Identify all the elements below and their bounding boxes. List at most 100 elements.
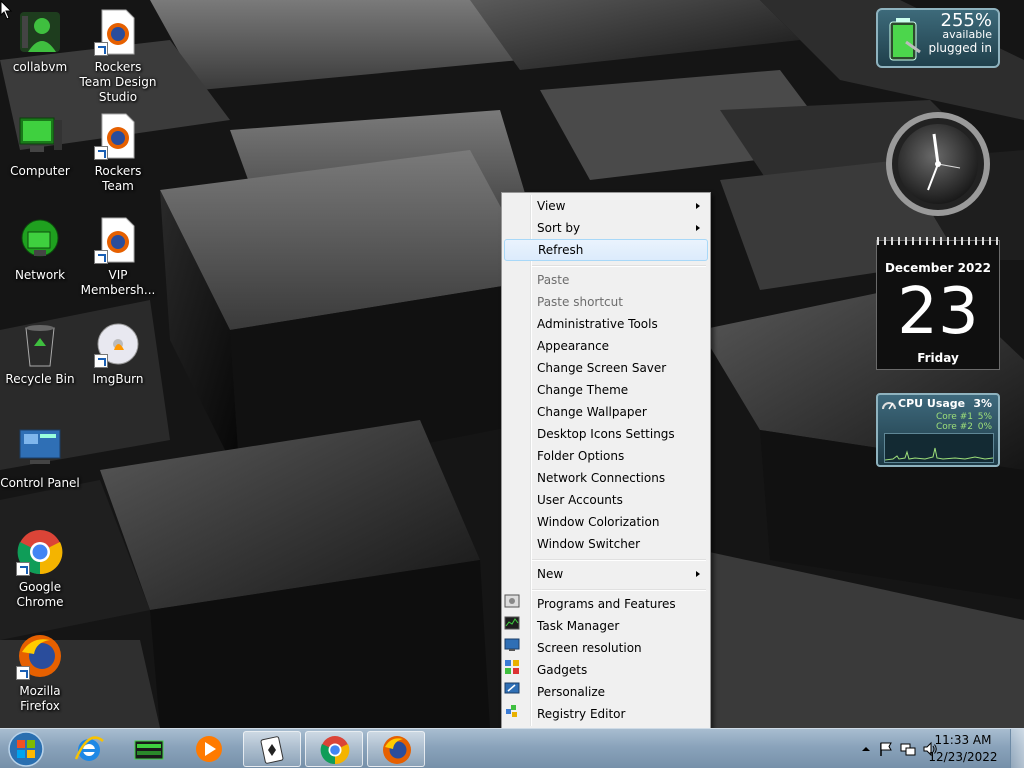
solitaire-icon — [260, 736, 284, 764]
menu-item-label: New — [537, 567, 564, 581]
show-desktop-button[interactable] — [1010, 729, 1024, 768]
menu-item-label: Task Manager — [537, 619, 620, 633]
menu-item-appearance[interactable]: Appearance — [504, 335, 708, 357]
desktop-context-menu: View Sort by Refresh Paste Paste shortcu… — [501, 192, 711, 728]
desktop-wallpaper[interactable]: collabvm Rockers Team Design Studio Comp… — [0, 0, 1024, 728]
menu-item-network-connections[interactable]: Network Connections — [504, 467, 708, 489]
shortcut-arrow-icon — [16, 562, 30, 576]
submenu-arrow-icon — [696, 203, 700, 209]
shortcut-arrow-icon — [94, 354, 108, 368]
taskbar-windows-explorer-button[interactable] — [120, 731, 178, 767]
desktop-icon-computer[interactable]: Computer — [0, 112, 80, 179]
battery-status-available: available — [942, 28, 992, 41]
submenu-arrow-icon — [696, 571, 700, 577]
menu-item-folder-options[interactable]: Folder Options — [504, 445, 708, 467]
menu-item-personalize[interactable]: Personalize — [504, 681, 708, 703]
submenu-arrow-icon — [696, 225, 700, 231]
menu-item-user-accounts[interactable]: User Accounts — [504, 489, 708, 511]
calendar-weekday: Friday — [917, 351, 959, 365]
desktop-icon-label: VIP Membersh... — [80, 268, 156, 297]
registry-editor-icon — [506, 705, 517, 717]
menu-item-change-theme[interactable]: Change Theme — [504, 379, 708, 401]
taskbar-media-player-button[interactable] — [180, 731, 238, 767]
cpu-core1-label: Core #1 — [936, 412, 973, 422]
taskbar-clock-date[interactable]: 12/23/2022 — [928, 750, 998, 764]
desktop-icon-network[interactable]: Network — [0, 216, 80, 283]
media-player-icon — [196, 736, 222, 762]
menu-separator — [532, 589, 706, 591]
taskbar-internet-explorer-button[interactable] — [60, 731, 118, 767]
desktop-icon-google-chrome[interactable]: Google Chrome — [0, 528, 80, 610]
task-manager-icon — [504, 616, 520, 630]
network-tray-icon[interactable] — [900, 741, 916, 757]
calendar-rings — [877, 237, 1001, 245]
recycle-bin-icon — [16, 320, 64, 368]
menu-item-window-switcher[interactable]: Window Switcher — [504, 533, 708, 555]
desktop-icon-recycle-bin[interactable]: Recycle Bin — [0, 320, 80, 387]
cpu-usage-total: 3% — [973, 397, 992, 410]
action-center-flag-icon[interactable] — [878, 741, 894, 757]
cpu-usage-gadget[interactable]: CPU Usage 3% Core #1 5% Core #2 0% — [876, 393, 1000, 467]
menu-item-gadgets[interactable]: Gadgets — [504, 659, 708, 681]
taskbar-solitaire-button[interactable] — [243, 731, 301, 767]
ie-icon — [74, 736, 104, 761]
gadgets-icon — [505, 660, 519, 674]
desktop-icon-label: Computer — [10, 164, 70, 178]
menu-item-label: Paste — [537, 273, 570, 287]
computer-icon — [16, 112, 64, 160]
menu-separator — [532, 265, 706, 267]
menu-item-window-colorization[interactable]: Window Colorization — [504, 511, 708, 533]
menu-item-new[interactable]: New — [504, 563, 708, 585]
taskbar-firefox-button[interactable] — [367, 731, 425, 767]
mouse-cursor-icon — [0, 0, 13, 20]
menu-item-programs-and-features[interactable]: Programs and Features — [504, 593, 708, 615]
shortcut-arrow-icon — [94, 250, 108, 264]
menu-item-change-wallpaper[interactable]: Change Wallpaper — [504, 401, 708, 423]
desktop-icon-control-panel[interactable]: Control Panel — [0, 424, 80, 491]
firefox-document-icon — [94, 8, 142, 56]
menu-item-desktop-icons-settings[interactable]: Desktop Icons Settings — [504, 423, 708, 445]
taskbar-clock-time[interactable]: 11:33 AM — [928, 733, 998, 747]
notification-area: 11:33 AM 12/23/2022 — [834, 729, 1024, 768]
windows-logo-icon — [8, 731, 44, 767]
calendar-day: 23 — [897, 275, 979, 349]
battery-status-plugged: plugged in — [928, 41, 992, 55]
chrome-icon — [320, 736, 350, 765]
start-button[interactable] — [4, 730, 48, 768]
menu-item-label: Change Wallpaper — [537, 405, 647, 419]
calendar-gadget[interactable]: December 2022 23 Friday — [876, 237, 1001, 370]
menu-item-refresh[interactable]: Refresh — [504, 239, 708, 261]
menu-item-sort-by[interactable]: Sort by — [504, 217, 708, 239]
menu-item-change-screen-saver[interactable]: Change Screen Saver — [504, 357, 708, 379]
menu-item-administrative-tools[interactable]: Administrative Tools — [504, 313, 708, 335]
taskbar-google-chrome-button[interactable] — [305, 731, 363, 767]
desktop-icon-label: Mozilla Firefox — [19, 684, 61, 713]
desktop-icon-rockers-team-design-studio[interactable]: Rockers Team Design Studio — [78, 8, 158, 105]
menu-item-label: Sort by — [537, 221, 581, 235]
firefox-icon — [383, 736, 411, 764]
menu-item-registry-editor[interactable]: Registry Editor — [504, 703, 708, 725]
desktop-icon-mozilla-firefox[interactable]: Mozilla Firefox — [0, 632, 80, 714]
desktop-icon-vip-membership[interactable]: VIP Membersh... — [78, 216, 158, 298]
desktop-icon-imgburn[interactable]: ImgBurn — [78, 320, 158, 387]
menu-item-label: Personalize — [537, 685, 606, 699]
menu-item-label: Refresh — [538, 243, 584, 257]
menu-item-label: Network Connections — [537, 471, 666, 485]
battery-gadget[interactable]: 255% available plugged in — [876, 8, 1000, 68]
clock-gadget[interactable] — [876, 110, 1000, 218]
menu-item-label: Screen resolution — [537, 641, 642, 655]
menu-item-screen-resolution[interactable]: Screen resolution — [504, 637, 708, 659]
show-hidden-icons-chevron-icon[interactable] — [858, 741, 874, 757]
cpu-usage-title: CPU Usage — [898, 397, 966, 410]
desktop-icon-label: Rockers Team — [94, 164, 142, 193]
menu-item-label: Registry Editor — [537, 707, 626, 721]
desktop-icon-rockers-team[interactable]: Rockers Team — [78, 112, 158, 194]
calendar-month: December 2022 — [884, 261, 992, 275]
menu-item-task-manager[interactable]: Task Manager — [504, 615, 708, 637]
menu-item-label: Programs and Features — [537, 597, 676, 611]
desktop-icon-label: Rockers Team Design Studio — [79, 60, 157, 104]
desktop-icon-label: Recycle Bin — [5, 372, 75, 386]
screen-resolution-icon — [504, 638, 520, 651]
menu-item-label: Administrative Tools — [537, 317, 658, 331]
menu-item-view[interactable]: View — [504, 195, 708, 217]
